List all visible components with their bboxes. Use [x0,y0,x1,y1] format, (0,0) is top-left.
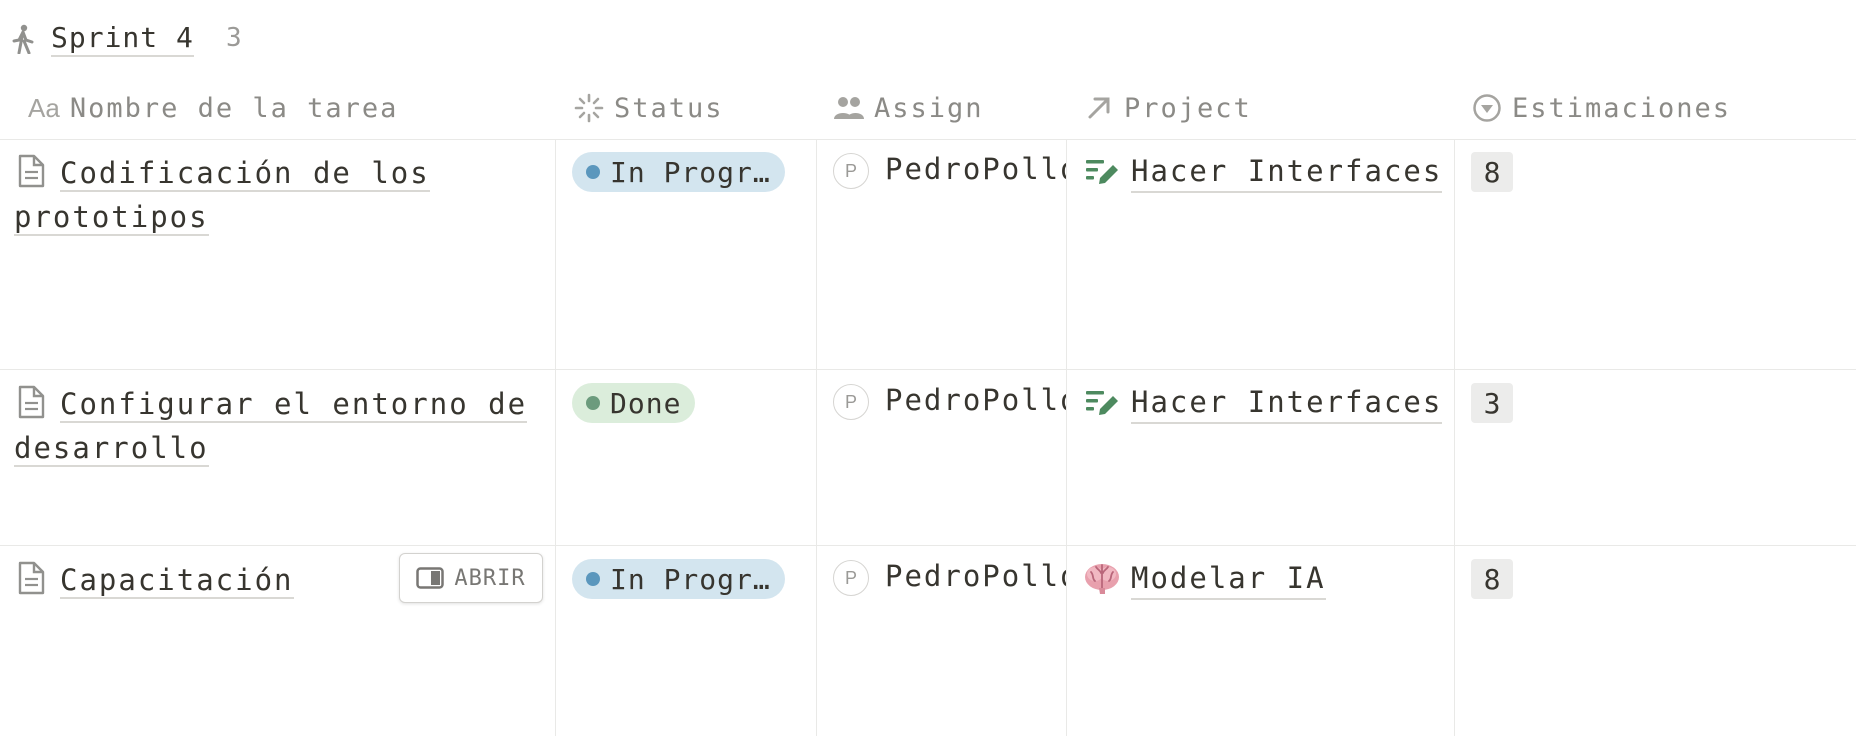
avatar: P [833,384,869,420]
column-header-name[interactable]: Aa Nombre de la tarea [28,90,398,126]
status-cell[interactable]: In Progr… [556,139,816,369]
column-header-project[interactable]: Project [1082,90,1252,126]
brain-icon [1085,564,1119,594]
column-header-assign-label: Assign [874,92,984,124]
project-link[interactable]: Modelar IA [1131,558,1326,600]
table-row[interactable]: Configurar el entorno de desarrollo Done… [0,370,1856,546]
status-text: In Progr… [610,155,771,189]
status-text: In Progr… [610,562,771,596]
project-cell[interactable]: Hacer Interfaces [1067,370,1454,545]
walking-person-icon [12,24,34,54]
side-panel-icon [416,567,445,589]
task-name[interactable]: Configurar el entorno de desarrollo [14,382,534,470]
estimate-cell[interactable]: 3 [1455,370,1856,545]
assignee-name: PedroPollo [885,559,1066,593]
status-dot [586,572,600,586]
task-name-text: Configurar el entorno de desarrollo [14,387,528,467]
open-page-label: ABRIR [454,565,526,591]
column-header-project-label: Project [1124,92,1252,124]
assignee-name: PedroPollo [885,383,1066,417]
status-dot [586,396,600,410]
status-badge[interactable]: In Progr… [572,152,785,192]
task-name[interactable]: Codificación de los prototipos [14,151,534,239]
open-page-button[interactable]: ABRIR [399,553,543,603]
avatar: P [833,560,869,596]
task-name-text: Codificación de los prototipos [14,156,430,236]
people-icon [832,91,866,125]
status-text: Done [610,386,682,420]
estimate-cell[interactable]: 8 [1455,139,1856,369]
table-row[interactable]: Codificación de los prototipos In Progr…… [0,139,1856,370]
group-count: 3 [226,23,242,53]
estimate-badge: 8 [1471,559,1513,599]
assign-cell[interactable]: P PedroPollo [817,139,1066,369]
column-header-assign[interactable]: Assign [832,90,984,126]
estimate-badge: 8 [1471,152,1513,192]
status-badge[interactable]: In Progr… [572,559,785,599]
project-link[interactable]: Hacer Interfaces [1131,151,1443,193]
project-link[interactable]: Hacer Interfaces [1131,382,1443,424]
estimate-cell[interactable]: 8 [1455,546,1856,736]
loading-spinner-icon [572,91,606,125]
group-header: Sprint 4 3 [0,0,1856,80]
select-circle-icon [1470,91,1504,125]
project-cell[interactable]: Hacer Interfaces [1067,139,1454,369]
task-name-cell[interactable]: Configurar el entorno de desarrollo [0,370,555,545]
arrow-up-right-icon [1082,91,1116,125]
task-name-cell[interactable]: Capacitación ABRIR [0,546,555,736]
table-row[interactable]: Capacitación ABRIR In Progr… P PedroPoll… [0,546,1856,736]
status-cell[interactable]: In Progr… [556,546,816,736]
project-cell[interactable]: Modelar IA [1067,546,1454,736]
status-badge[interactable]: Done [572,383,696,423]
avatar: P [833,153,869,189]
column-header-status[interactable]: Status [572,90,724,126]
text-type-icon: Aa [28,92,60,123]
column-header-estimate-label: Estimaciones [1512,92,1732,124]
edit-list-icon [1086,160,1118,184]
estimate-badge: 3 [1471,383,1513,423]
column-header-name-label: Nombre de la tarea [69,92,399,124]
assign-cell[interactable]: P PedroPollo [817,370,1066,545]
task-name-text: Capacitación [60,563,294,599]
column-header-estimate[interactable]: Estimaciones [1470,90,1731,126]
edit-list-icon [1086,391,1118,415]
assign-cell[interactable]: P PedroPollo [817,546,1066,736]
status-cell[interactable]: Done [556,370,816,545]
status-dot [586,165,600,179]
group-title[interactable]: Sprint 4 [51,22,194,57]
table-header-row: Aa Nombre de la tarea Status Assign Proj… [0,80,1856,140]
column-header-status-label: Status [614,92,724,124]
assignee-name: PedroPollo [885,152,1066,186]
task-name-cell[interactable]: Codificación de los prototipos [0,139,555,369]
